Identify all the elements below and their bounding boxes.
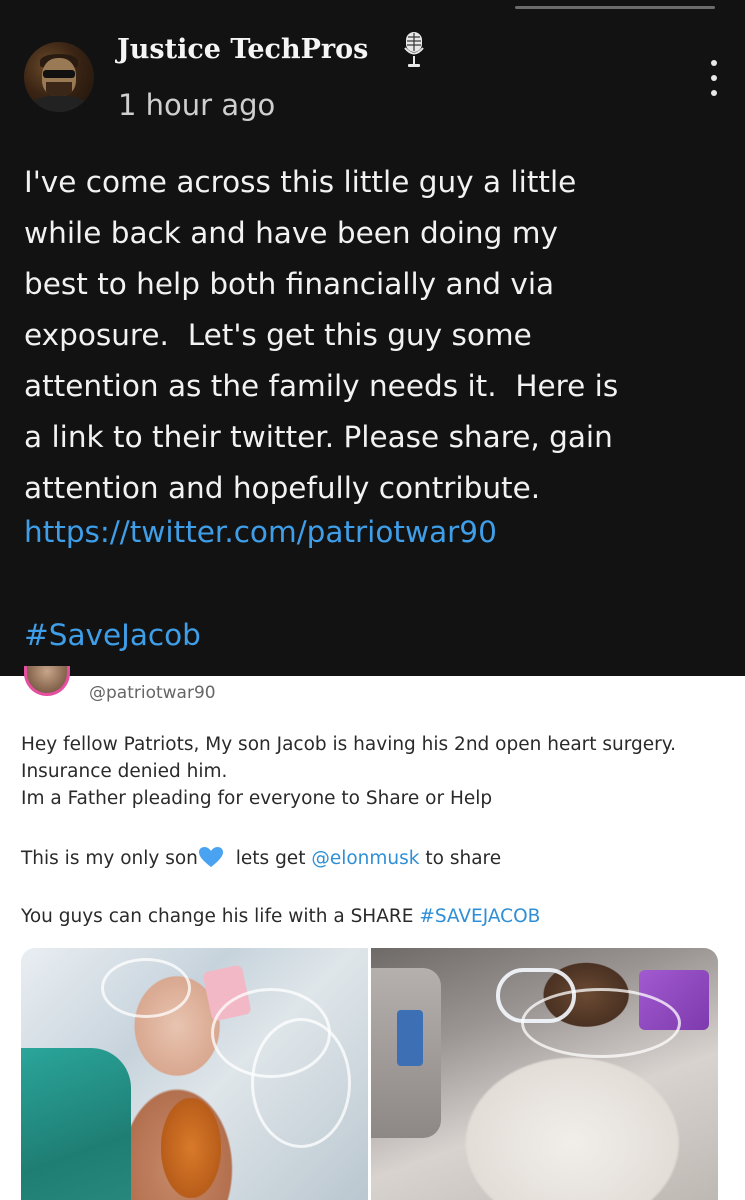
blue-heart-icon <box>198 847 223 867</box>
tweet-text-fragment: You guys can change his life with a SHAR… <box>21 906 420 927</box>
tweet-handle: @patriotwar90 <box>89 683 216 703</box>
tweet-line: Im a Father pleading for everyone to Sha… <box>21 788 493 809</box>
post-body-line: best to help both financially and via <box>24 267 555 301</box>
more-vertical-icon[interactable] <box>704 60 724 96</box>
tweet-photo-right[interactable] <box>371 948 718 1200</box>
embedded-tweet-image[interactable]: @patriotwar90 Hey fellow Patriots, My so… <box>0 666 745 1200</box>
post-body-line: attention and hopefully contribute. <box>24 471 541 505</box>
drag-handle[interactable] <box>515 6 715 9</box>
microphone-icon <box>404 32 424 67</box>
author-avatar[interactable] <box>24 42 94 112</box>
tweet-photos[interactable] <box>21 948 718 1200</box>
tweet-line: Insurance denied him. <box>21 761 228 782</box>
tweet-line: You guys can change his life with a SHAR… <box>21 904 731 930</box>
post-link[interactable]: https://twitter.com/patriotwar90 <box>24 512 497 552</box>
post-card: Justice TechPros 1 hour ago I've come ac… <box>0 0 745 676</box>
tweet-photo-left[interactable] <box>21 948 368 1200</box>
post-hashtag[interactable]: #SaveJacob <box>24 615 201 655</box>
tweet-text-fragment: to share <box>419 848 502 869</box>
tweet-line: Hey fellow Patriots, My son Jacob is hav… <box>21 734 676 755</box>
tweet-avatar <box>24 666 70 696</box>
tweet-text-fragment: lets get <box>229 848 312 869</box>
post-body-line: a link to their twitter. Please share, g… <box>24 420 613 454</box>
tweet-text-fragment: This is my only son <box>21 848 198 869</box>
post-body: I've come across this little guy a littl… <box>24 157 724 514</box>
tweet-line: This is my only son lets get @elonmusk t… <box>21 846 731 872</box>
tweet-mention-link[interactable]: @elonmusk <box>311 848 419 869</box>
post-body-line: attention as the family needs it. Here i… <box>24 369 619 403</box>
post-body-line: while back and have been doing my <box>24 216 558 250</box>
author-name[interactable]: Justice TechPros <box>117 34 368 65</box>
post-body-line: I've come across this little guy a littl… <box>24 165 577 199</box>
post-timestamp: 1 hour ago <box>118 88 276 122</box>
post-body-line: exposure. Let's get this guy some <box>24 318 532 352</box>
tweet-hashtag-link[interactable]: #SAVEJACOB <box>419 906 540 927</box>
